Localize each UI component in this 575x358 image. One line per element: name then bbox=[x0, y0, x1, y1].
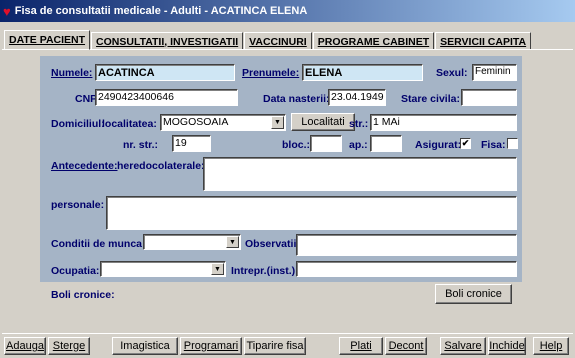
intrepr-field[interactable] bbox=[296, 261, 517, 277]
localitati-button[interactable]: Localitati bbox=[291, 113, 355, 131]
plati-button[interactable]: Plati bbox=[339, 337, 383, 355]
intrepr-label: Intrepr.(inst.): bbox=[231, 265, 299, 277]
tab-vaccinuri[interactable]: VACCINURI bbox=[244, 32, 312, 50]
imagistica-button[interactable]: Imagistica bbox=[112, 337, 178, 355]
tab-strip: DATE PACIENT CONSULTATII, INVESTIGATII V… bbox=[4, 30, 532, 50]
domiciliul-label: Domiciliul: bbox=[51, 118, 105, 130]
title-bar: ♥ Fisa de consultatii medicale - Adulti … bbox=[0, 0, 575, 22]
bloc-field[interactable] bbox=[310, 135, 342, 152]
inchide-button[interactable]: Inchide bbox=[488, 337, 526, 355]
boli-cronice-label: Boli cronice: bbox=[51, 289, 115, 301]
decont-button[interactable]: Decont bbox=[385, 337, 427, 355]
sexul-label: Sexul: bbox=[436, 67, 468, 79]
personale-label: personale: bbox=[51, 199, 105, 211]
numele-field[interactable]: ACATINCA bbox=[95, 64, 235, 81]
nr-str-label: nr. str.: bbox=[123, 139, 159, 151]
toolbar-separator bbox=[2, 333, 573, 334]
prenumele-field[interactable]: ELENA bbox=[302, 64, 423, 81]
str-label: str.: bbox=[349, 118, 369, 130]
ap-label: ap.: bbox=[349, 139, 368, 151]
antecedente-label: Antecedente: bbox=[51, 160, 118, 172]
boli-cronice-button[interactable]: Boli cronice bbox=[435, 284, 512, 304]
prenumele-label: Prenumele: bbox=[242, 67, 300, 79]
fisa-checkbox[interactable] bbox=[507, 138, 518, 149]
chevron-down-icon[interactable]: ▼ bbox=[226, 236, 239, 248]
personale-textarea[interactable] bbox=[106, 196, 517, 230]
stare-civila-field[interactable] bbox=[461, 89, 517, 106]
chevron-down-icon[interactable]: ▼ bbox=[271, 116, 284, 129]
localitatea-select[interactable]: MOGOSOAIA ▼ bbox=[160, 114, 286, 131]
localitatea-label: localitatea: bbox=[102, 118, 157, 130]
conditii-label: Conditii de munca: bbox=[51, 238, 146, 250]
str-field[interactable]: 1 MAi bbox=[370, 114, 517, 131]
data-nasterii-label: Data nasterii: bbox=[263, 93, 330, 105]
numele-label: Numele: bbox=[51, 67, 93, 79]
cnp-label: CNP bbox=[75, 93, 98, 105]
tab-consultatii[interactable]: CONSULTATII, INVESTIGATII bbox=[91, 32, 244, 50]
adauga-button[interactable]: Adauga bbox=[4, 337, 46, 355]
bloc-label: bloc.: bbox=[282, 139, 310, 151]
help-button[interactable]: Help bbox=[533, 337, 569, 355]
asigurat-checkbox[interactable]: ✔ bbox=[460, 138, 471, 149]
stare-civila-label: Stare civila: bbox=[401, 93, 460, 105]
ocupatia-label: Ocupatia: bbox=[51, 265, 100, 277]
localitatea-value: MOGOSOAIA bbox=[163, 116, 229, 128]
tab-date-pacient[interactable]: DATE PACIENT bbox=[4, 30, 91, 50]
tiparire-fisa-button[interactable]: Tiparire fisa bbox=[244, 337, 306, 355]
ap-field[interactable] bbox=[370, 135, 402, 152]
cnp-field[interactable]: 2490423400646 bbox=[95, 89, 238, 106]
observatii-field[interactable] bbox=[296, 234, 517, 256]
conditii-select[interactable]: ▼ bbox=[143, 234, 241, 250]
nr-str-field[interactable]: 19 bbox=[172, 135, 211, 152]
heart-icon: ♥ bbox=[3, 3, 11, 19]
tab-programe-cabinet[interactable]: PROGRAME CABINET bbox=[312, 32, 435, 50]
heredocolaterale-textarea[interactable] bbox=[203, 157, 517, 191]
chevron-down-icon[interactable]: ▼ bbox=[211, 263, 224, 275]
tab-servicii-capita[interactable]: SERVICII CAPITA bbox=[435, 32, 532, 50]
observatii-label: Observatii: bbox=[245, 238, 300, 250]
asigurat-label: Asigurat: bbox=[415, 139, 462, 151]
patient-panel: Numele: ACATINCA Prenumele: ELENA Sexul:… bbox=[40, 56, 522, 282]
sterge-button[interactable]: Sterge bbox=[48, 337, 90, 355]
fisa-label: Fisa: bbox=[481, 139, 506, 151]
programari-button[interactable]: Programari bbox=[180, 337, 242, 355]
heredocolaterale-label: heredocolaterale: bbox=[117, 160, 205, 172]
window-title: Fisa de consultatii medicale - Adulti - … bbox=[14, 5, 308, 17]
ocupatia-select[interactable]: ▼ bbox=[100, 261, 226, 277]
sexul-field[interactable]: Feminin bbox=[472, 64, 517, 81]
salvare-button[interactable]: Salvare bbox=[440, 337, 486, 355]
data-nasterii-field[interactable]: 23.04.1949 bbox=[328, 89, 386, 106]
